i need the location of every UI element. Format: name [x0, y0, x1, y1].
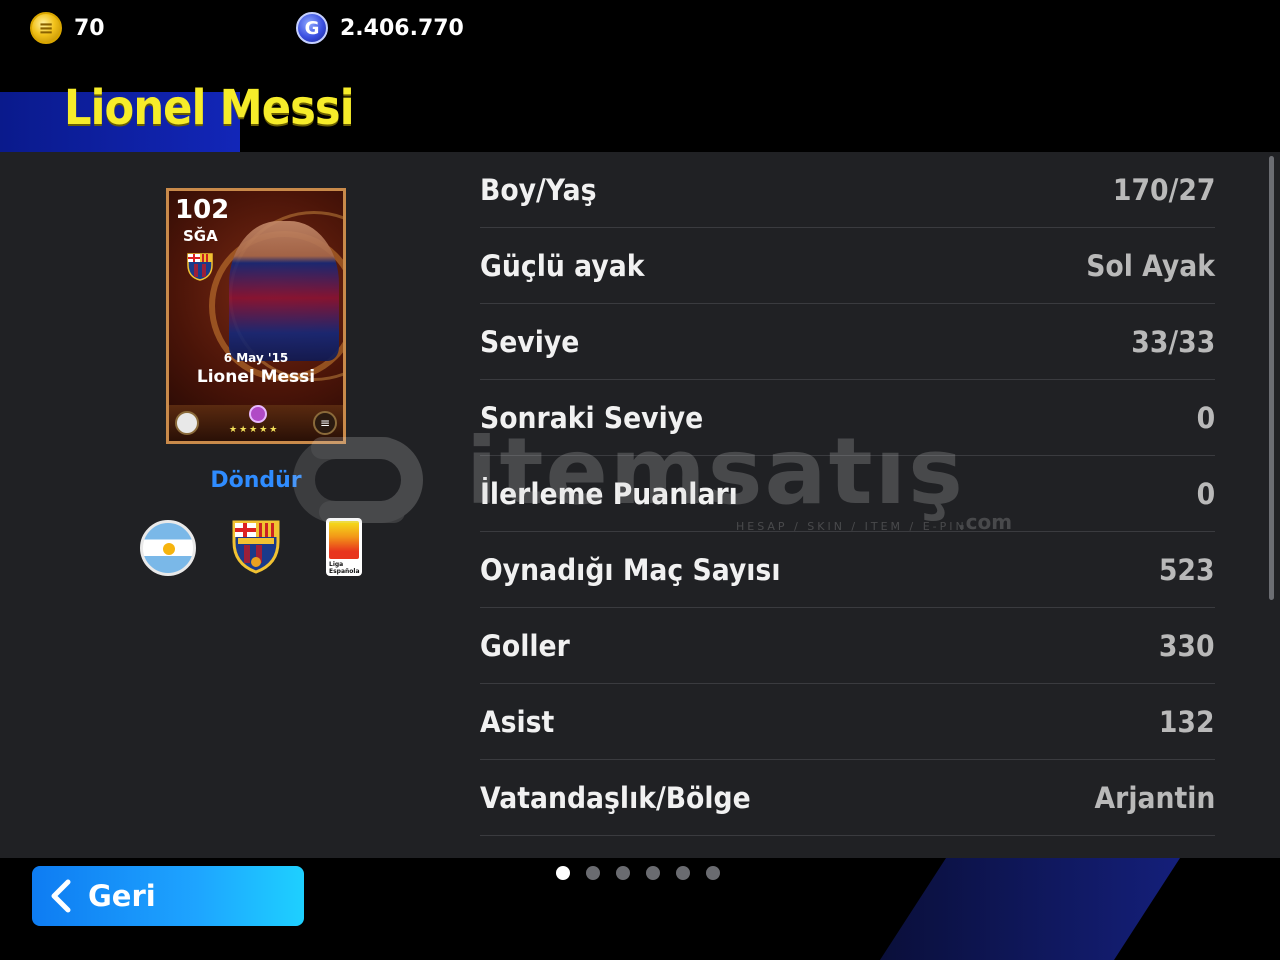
stat-label: Güçlü ayak: [480, 248, 645, 283]
gp-display: G 2.406.770: [296, 12, 464, 44]
stat-value: 170/27: [1112, 172, 1215, 207]
stat-value: 132: [1159, 704, 1215, 739]
argentina-sun: [163, 543, 175, 555]
efootball-logo-icon: ≡: [313, 411, 337, 435]
stat-row: Boy/Yaş 170/27: [480, 152, 1215, 228]
stat-label: Oynadığı Maç Sayısı: [480, 552, 781, 587]
card-rating: 102: [175, 195, 230, 225]
page-dot-6[interactable]: [706, 866, 720, 880]
page-dot-4[interactable]: [646, 866, 660, 880]
stat-row: İlerleme Puanları 0: [480, 456, 1215, 532]
stat-value: 523: [1159, 552, 1215, 587]
stats-list: Boy/Yaş 170/27 Güçlü ayak Sol Ayak Seviy…: [480, 152, 1215, 836]
stat-label: İlerleme Puanları: [480, 476, 738, 511]
page-dot-3[interactable]: [616, 866, 630, 880]
top-bar: ≡ 70 G 2.406.770 Lionel Messi: [0, 0, 1280, 152]
stat-label: Vatandaşlık/Bölge: [480, 780, 751, 815]
page-indicator: [556, 866, 720, 880]
stat-value: Arjantin: [1094, 780, 1215, 815]
stat-row: Güçlü ayak Sol Ayak: [480, 228, 1215, 304]
stat-value: Sol Ayak: [1086, 248, 1215, 283]
playstyle-icon: [175, 411, 199, 435]
stat-label: Goller: [480, 628, 570, 663]
coins-amount: 70: [74, 15, 105, 41]
stat-row: Seviye 33/33: [480, 304, 1215, 380]
stat-row: Asist 132: [480, 684, 1215, 760]
argentina-flag-icon: [140, 520, 196, 576]
liga-logo-stripe: [329, 521, 359, 559]
gp-icon: G: [296, 12, 328, 44]
card-player-name: Lionel Messi: [196, 367, 316, 387]
epic-badge-icon: [249, 405, 267, 423]
gp-amount: 2.406.770: [340, 15, 464, 41]
stat-value: 0: [1196, 400, 1215, 435]
stat-label: Seviye: [480, 324, 580, 359]
stat-row: Goller 330: [480, 608, 1215, 684]
page-title: Lionel Messi: [64, 80, 355, 136]
stat-value: 0: [1196, 476, 1215, 511]
chevron-left-icon: [51, 879, 71, 913]
back-button[interactable]: Geri: [32, 866, 304, 926]
footer-accent: [880, 858, 1180, 960]
card-position: SĞA: [183, 227, 218, 245]
stats-scrollbar[interactable]: [1269, 156, 1274, 600]
coins-display: ≡ 70: [30, 12, 105, 44]
stat-row: Vatandaşlık/Bölge Arjantin: [480, 760, 1215, 836]
player-details-panel: 102 SĞA 6 May '15 Lionel Messi ★★★★★ ≡ D…: [0, 152, 1280, 858]
stat-label: Sonraki Seviye: [480, 400, 704, 435]
coin-icon: ≡: [30, 12, 62, 44]
stat-label: Boy/Yaş: [480, 172, 597, 207]
player-card[interactable]: 102 SĞA 6 May '15 Lionel Messi ★★★★★ ≡: [166, 188, 346, 444]
rotate-card-link[interactable]: Döndür: [166, 468, 346, 493]
page-dot-1[interactable]: [556, 866, 570, 880]
stat-label: Asist: [480, 704, 555, 739]
stat-value: 33/33: [1130, 324, 1215, 359]
page-dot-2[interactable]: [586, 866, 600, 880]
stat-row: Oynadığı Maç Sayısı 523: [480, 532, 1215, 608]
liga-espanola-logo-icon: Liga Española: [326, 518, 362, 576]
back-button-label: Geri: [88, 879, 156, 913]
fc-barcelona-crest-icon: [232, 520, 280, 574]
card-stars: ★★★★★: [229, 425, 280, 435]
card-date: 6 May '15: [223, 351, 289, 365]
liga-logo-text: Liga Española: [329, 561, 360, 575]
bottom-bar: Geri: [0, 858, 1280, 960]
page-dot-5[interactable]: [676, 866, 690, 880]
stat-row: Sonraki Seviye 0: [480, 380, 1215, 456]
player-portrait: [229, 221, 339, 361]
stat-value: 330: [1159, 628, 1215, 663]
card-club-icon: [187, 253, 213, 281]
